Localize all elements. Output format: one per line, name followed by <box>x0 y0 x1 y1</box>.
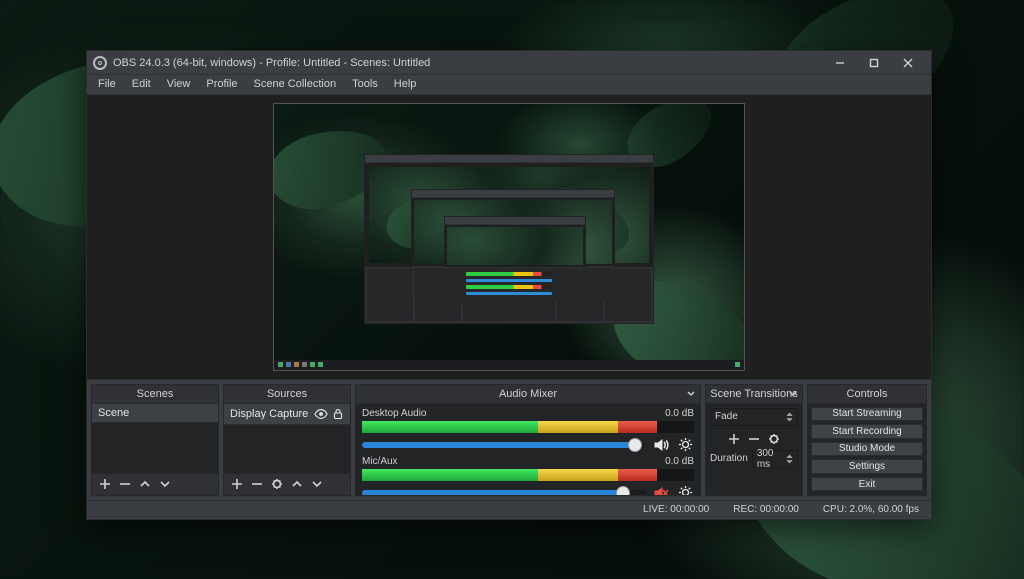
gear-icon[interactable] <box>676 484 694 495</box>
visibility-icon[interactable] <box>314 407 328 421</box>
obs-app-icon <box>93 56 107 70</box>
preview-taskbar <box>274 360 744 370</box>
maximize-button[interactable] <box>857 51 891 75</box>
statusbar: LIVE: 00:00:00 REC: 00:00:00 CPU: 2.0%, … <box>87 500 931 520</box>
audio-mixer-title: Audio Mixer <box>499 388 557 400</box>
transition-selected: Fade <box>715 411 738 422</box>
source-down-button[interactable] <box>310 477 324 491</box>
volume-slider[interactable] <box>362 490 646 495</box>
preview-stage[interactable] <box>273 103 745 371</box>
vu-meter <box>362 421 694 433</box>
menu-help[interactable]: Help <box>387 76 424 92</box>
controls-header[interactable]: Controls <box>808 385 926 404</box>
mixer-menu-button[interactable] <box>686 389 696 399</box>
remove-transition-button[interactable] <box>747 432 761 446</box>
docked-panels: Scenes Scene Sources Display Capture <box>87 380 931 500</box>
transitions-header[interactable]: Scene Transitions <box>706 385 802 404</box>
status-rec: REC: 00:00:00 <box>733 504 799 515</box>
menu-view[interactable]: View <box>160 76 198 92</box>
controls-panel: Controls Start StreamingStart RecordingS… <box>807 384 927 496</box>
status-cpu: CPU: 2.0%, 60.00 fps <box>823 504 919 515</box>
transitions-title: Scene Transitions <box>710 388 797 400</box>
sources-title: Sources <box>267 388 307 400</box>
speaker-icon[interactable] <box>652 436 670 454</box>
settings-button[interactable]: Settings <box>811 459 923 474</box>
menu-edit[interactable]: Edit <box>125 76 158 92</box>
add-scene-button[interactable] <box>98 477 112 491</box>
transition-select[interactable]: Fade <box>710 408 798 426</box>
updown-icon <box>786 412 793 422</box>
sources-list[interactable]: Display Capture <box>224 404 350 473</box>
scenes-header[interactable]: Scenes <box>92 385 218 404</box>
scenes-panel: Scenes Scene <box>91 384 219 496</box>
menu-profile[interactable]: Profile <box>199 76 244 92</box>
channel-db: 0.0 dB <box>665 456 694 467</box>
scenes-title: Scenes <box>137 388 174 400</box>
transitions-body: Fade Duration 300 ms <box>706 404 802 495</box>
audio-mixer-list: Desktop Audio 0.0 dB Mic/Aux 0.0 dB <box>356 404 700 495</box>
duration-value: 300 ms <box>757 448 784 470</box>
window-title: OBS 24.0.3 (64-bit, windows) - Profile: … <box>113 57 823 69</box>
titlebar[interactable]: OBS 24.0.3 (64-bit, windows) - Profile: … <box>87 51 931 75</box>
mute-icon[interactable] <box>652 484 670 495</box>
start-streaming-button[interactable]: Start Streaming <box>811 407 923 422</box>
duration-label: Duration <box>710 453 748 464</box>
start-recording-button[interactable]: Start Recording <box>811 424 923 439</box>
menu-scene-collection[interactable]: Scene Collection <box>247 76 344 92</box>
scene-down-button[interactable] <box>158 477 172 491</box>
sources-header[interactable]: Sources <box>224 385 350 404</box>
source-row[interactable]: Display Capture <box>224 404 350 425</box>
nested-obs-window <box>364 154 654 324</box>
transition-properties-button[interactable] <box>767 432 781 446</box>
scenes-toolbar <box>92 473 218 495</box>
gear-icon[interactable] <box>676 436 694 454</box>
sources-toolbar <box>224 473 350 495</box>
channel-db: 0.0 dB <box>665 408 694 419</box>
remove-source-button[interactable] <box>250 477 264 491</box>
add-transition-button[interactable] <box>727 432 741 446</box>
sources-panel: Sources Display Capture <box>223 384 351 496</box>
channel-name: Mic/Aux <box>362 456 398 467</box>
controls-title: Controls <box>847 388 888 400</box>
source-up-button[interactable] <box>290 477 304 491</box>
mixer-channel: Desktop Audio 0.0 dB <box>362 408 694 454</box>
window-controls <box>823 51 925 75</box>
menu-file[interactable]: File <box>91 76 123 92</box>
remove-scene-button[interactable] <box>118 477 132 491</box>
exit-button[interactable]: Exit <box>811 477 923 492</box>
mixer-channel: Mic/Aux 0.0 dB <box>362 456 694 495</box>
channel-name: Desktop Audio <box>362 408 427 419</box>
audio-mixer-header[interactable]: Audio Mixer <box>356 385 700 404</box>
lock-icon[interactable] <box>332 408 344 420</box>
scenes-list[interactable]: Scene <box>92 404 218 473</box>
studio-mode-button[interactable]: Studio Mode <box>811 442 923 457</box>
source-properties-button[interactable] <box>270 477 284 491</box>
source-label: Display Capture <box>230 408 308 420</box>
transitions-menu-button[interactable] <box>788 389 798 399</box>
close-button[interactable] <box>891 51 925 75</box>
obs-window: OBS 24.0.3 (64-bit, windows) - Profile: … <box>86 50 932 520</box>
updown-icon <box>786 454 793 464</box>
vu-meter <box>362 469 694 481</box>
scene-row[interactable]: Scene <box>92 404 218 423</box>
scene-up-button[interactable] <box>138 477 152 491</box>
controls-list: Start Streaming Start Recording Studio Mod… <box>808 404 926 495</box>
menubar: FileEditViewProfileScene CollectionTools… <box>87 75 931 95</box>
status-live: LIVE: 00:00:00 <box>643 504 709 515</box>
transitions-panel: Scene Transitions Fade <box>705 384 803 496</box>
preview-area[interactable] <box>87 95 931 380</box>
add-source-button[interactable] <box>230 477 244 491</box>
volume-slider[interactable] <box>362 442 646 448</box>
duration-input[interactable]: 300 ms <box>752 450 798 468</box>
menu-tools[interactable]: Tools <box>345 76 385 92</box>
minimize-button[interactable] <box>823 51 857 75</box>
audio-mixer-panel: Audio Mixer Desktop Audio 0.0 dB Mic/Aux 0.… <box>355 384 701 496</box>
